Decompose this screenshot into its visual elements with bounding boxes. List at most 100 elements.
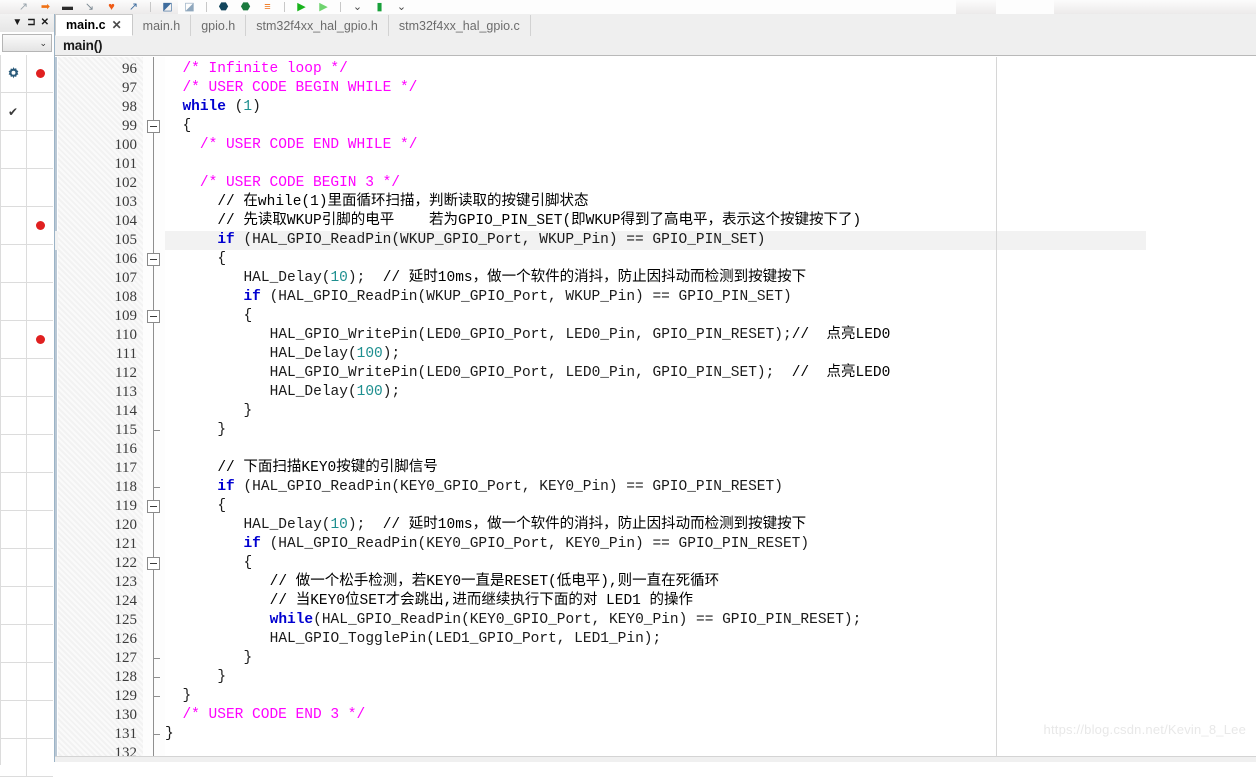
breakpoint-cell-right[interactable] (27, 587, 53, 624)
breakpoint-cell-right[interactable] (27, 131, 53, 168)
code-line[interactable]: while(HAL_GPIO_ReadPin(KEY0_GPIO_Port, K… (270, 611, 862, 630)
left-panel-dropdown[interactable]: ⌄ (2, 34, 52, 52)
overflow-chevron2-icon[interactable]: ⌄ (396, 1, 407, 13)
code-line[interactable]: } (165, 725, 174, 744)
code-line[interactable]: if (HAL_GPIO_ReadPin(WKUP_GPIO_Port, WKU… (243, 288, 791, 307)
breakpoint-cell-right[interactable] (27, 169, 53, 206)
fold-toggle-icon[interactable] (147, 120, 160, 133)
breakpoint-cell-left[interactable] (0, 359, 27, 396)
editor-tab-stm32f4xx-hal-gpio-c[interactable]: stm32f4xx_hal_gpio.c (388, 15, 531, 36)
breakpoint-cell-left[interactable] (0, 245, 27, 282)
breakpoint-cell-left[interactable] (0, 549, 27, 586)
code-line[interactable]: } (217, 421, 226, 440)
breakpoint-cell-left[interactable] (0, 131, 27, 168)
code-line[interactable]: { (217, 497, 226, 516)
breakpoint-row[interactable] (0, 625, 53, 663)
breakpoint-cell-left[interactable] (0, 435, 27, 472)
breakpoint-cell-right[interactable] (27, 245, 53, 282)
panel-pin-icon[interactable]: ⊐ (27, 18, 35, 28)
code-line[interactable]: { (217, 250, 226, 269)
breakpoint-cell-left[interactable] (0, 397, 27, 434)
overflow-chevron-icon[interactable]: ⌄ (352, 1, 363, 13)
breakpoint-row[interactable] (0, 245, 53, 283)
code-line[interactable]: while (1) (182, 98, 260, 117)
breakpoint-dot-icon[interactable] (35, 221, 45, 230)
breakpoint-row[interactable] (0, 511, 53, 549)
breakpoint-cell-left[interactable] (0, 701, 27, 738)
breakpoint-cell-right[interactable] (27, 739, 53, 776)
code-folding-column[interactable] (143, 57, 165, 757)
breakpoint-row[interactable] (0, 435, 53, 473)
shield-dark-icon[interactable]: ⬣ (218, 1, 229, 13)
list-orange-icon[interactable]: ≡ (262, 1, 273, 13)
tab-close-icon[interactable]: ✕ (112, 19, 122, 31)
memory-green-icon[interactable]: ▮ (374, 1, 385, 13)
breakpoint-row[interactable] (0, 359, 53, 397)
code-line[interactable]: // 下面扫描KEY0按键的引脚信号 (217, 459, 437, 478)
breakpoint-cell-right[interactable] (27, 549, 53, 586)
breakpoint-cell-right[interactable] (27, 359, 53, 396)
code-line[interactable]: { (243, 307, 252, 326)
panel-close-icon[interactable]: ✕ (41, 18, 49, 28)
breakpoint-cell-left[interactable] (0, 169, 27, 206)
breakpoint-row[interactable] (0, 663, 53, 701)
code-text-area[interactable]: /* Infinite loop */ /* USER CODE BEGIN WH… (165, 57, 1256, 757)
breakpoint-row[interactable] (0, 207, 53, 245)
breakpoint-cell-right[interactable] (27, 511, 53, 548)
breakpoint-cell-right[interactable] (27, 625, 53, 662)
code-line[interactable]: // 在while(1)里面循环扫描，判断读取的按键引脚状态 (217, 193, 588, 212)
breakpoint-row[interactable] (0, 169, 53, 207)
code-line[interactable]: HAL_GPIO_TogglePin(LED1_GPIO_Port, LED1_… (270, 630, 662, 649)
code-line[interactable]: // 做一个松手检测，若KEY0一直是RESET(低电平),则一直在死循环 (270, 573, 720, 592)
breakpoint-dot-icon[interactable] (35, 69, 45, 78)
line-number-gutter[interactable]: 96 97 98 99 100 101 102 103 104 105 106 107 108 109 11… (58, 57, 143, 757)
run-light-icon[interactable]: ▶ (318, 1, 329, 13)
code-line[interactable]: /* USER CODE BEGIN 3 */ (200, 174, 400, 193)
code-line[interactable]: } (182, 687, 191, 706)
breakpoint-row[interactable] (0, 701, 53, 739)
code-line[interactable]: HAL_Delay(10); // 延时10ms，做一个软件的消抖，防止因抖动而… (243, 516, 806, 535)
code-line[interactable]: if (HAL_GPIO_ReadPin(WKUP_GPIO_Port, WKU… (217, 231, 765, 250)
fold-toggle-icon[interactable] (147, 557, 160, 570)
editor-tab-stm32f4xx-hal-gpio-h[interactable]: stm32f4xx_hal_gpio.h (246, 15, 389, 36)
breakpoint-row[interactable] (0, 55, 53, 93)
code-line[interactable]: { (243, 554, 252, 573)
code-line[interactable]: { (182, 117, 191, 136)
fold-toggle-icon[interactable] (147, 500, 160, 513)
code-line[interactable]: } (243, 402, 252, 421)
breakpoint-cell-left[interactable] (0, 321, 27, 358)
code-line[interactable]: HAL_Delay(10); // 延时10ms，做一个软件的消抖，防止因抖动而… (243, 269, 806, 288)
code-line[interactable]: // 先读取WKUP引脚的电平 若为GPIO_PIN_SET(即WKUP得到了高… (217, 212, 861, 231)
breakpoint-cell-right[interactable] (27, 321, 53, 358)
code-line[interactable]: } (217, 668, 226, 687)
breakpoint-row[interactable]: ✔ (0, 93, 53, 131)
fold-toggle-icon[interactable] (147, 310, 160, 323)
heart-orange-icon[interactable]: ♥ (106, 1, 117, 13)
breakpoint-cell-left[interactable] (0, 283, 27, 320)
editor-tab-main-h[interactable]: main.h (132, 15, 192, 36)
breakpoint-row[interactable] (0, 549, 53, 587)
breakpoint-cell-left[interactable] (0, 55, 27, 92)
bookmark-box2-icon[interactable]: ◪ (184, 1, 195, 13)
bookmark-box-icon[interactable]: ◩ (162, 1, 173, 13)
code-line[interactable]: // 当KEY0位SET才会跳出,进而继续执行下面的对 LED1 的操作 (270, 592, 693, 611)
breakpoint-cell-left[interactable] (0, 663, 27, 700)
arrow-down-left-icon[interactable]: ↘ (84, 1, 95, 13)
breakpoint-row[interactable] (0, 739, 53, 777)
breakpoint-row[interactable] (0, 321, 53, 359)
panel-menu-icon[interactable]: ▼ (12, 18, 22, 28)
breakpoint-cell-right[interactable] (27, 93, 53, 130)
breakpoint-cell-right[interactable] (27, 55, 53, 92)
breakpoint-row[interactable] (0, 473, 53, 511)
breakpoint-cell-right[interactable] (27, 663, 53, 700)
breakpoint-cell-right[interactable] (27, 701, 53, 738)
editor-tab-main-c[interactable]: main.c ✕ (55, 14, 133, 36)
arrow-up-right-icon[interactable]: ↗ (18, 1, 29, 13)
breakpoint-row[interactable] (0, 131, 53, 169)
code-line[interactable]: /* USER CODE BEGIN WHILE */ (182, 79, 417, 98)
fold-toggle-icon[interactable] (147, 253, 160, 266)
breakpoint-cell-left[interactable] (0, 207, 27, 244)
code-line[interactable]: /* USER CODE END WHILE */ (200, 136, 418, 155)
breakpoint-cell-right[interactable] (27, 283, 53, 320)
breakpoint-cell-left[interactable] (0, 473, 27, 510)
